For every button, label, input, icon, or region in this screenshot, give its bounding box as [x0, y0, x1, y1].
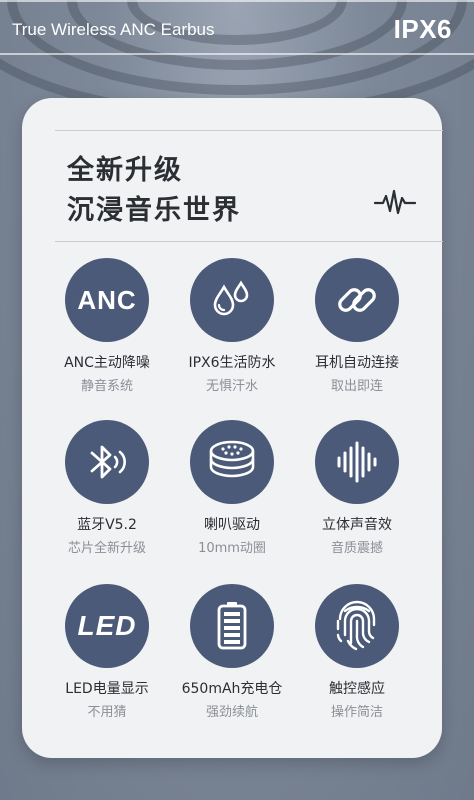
headline-line-2: 沉浸音乐世界 — [67, 195, 241, 226]
feature-subtitle: 不用猜 — [87, 705, 127, 720]
feature-title: 触控感应 — [329, 681, 385, 697]
feature-title: LED电量显示 — [65, 681, 149, 697]
top-rule — [0, 0, 474, 2]
feature-subtitle: 静音系统 — [80, 379, 133, 394]
speaker-driver-icon — [190, 420, 274, 504]
anc-icon: ANC — [65, 258, 149, 342]
header-rule — [0, 53, 474, 55]
feature-title: 蓝牙V5.2 — [77, 517, 137, 533]
feature-led: LED LED电量显示 不用猜 — [37, 584, 177, 720]
feature-bluetooth: 蓝牙V5.2 芯片全新升级 — [37, 420, 177, 556]
feature-waterproof: IPX6生活防水 无惧汗水 — [162, 258, 302, 394]
feature-subtitle: 10mm动圈 — [198, 541, 266, 556]
water-drops-icon — [190, 258, 274, 342]
soundwave-icon — [315, 420, 399, 504]
feature-subtitle: 操作简洁 — [330, 705, 383, 720]
feature-subtitle: 强劲续航 — [205, 705, 258, 720]
feature-driver: 喇叭驱动 10mm动圈 — [162, 420, 302, 556]
feature-title: 650mAh充电仓 — [181, 681, 283, 697]
feature-title: 喇叭驱动 — [204, 517, 260, 533]
feature-title: IPX6生活防水 — [188, 355, 276, 371]
feature-card: 全新升级 沉浸音乐世界 ANC ANC主动降噪 静音系统 IPX6生活防水 无惧… — [22, 98, 443, 758]
feature-title: ANC主动降噪 — [64, 355, 150, 371]
brand-title: True Wireless ANC Earbus — [12, 20, 215, 39]
card-divider-top — [55, 130, 443, 131]
fingerprint-icon — [315, 584, 399, 668]
feature-title: 耳机自动连接 — [315, 355, 399, 371]
heartbeat-wave-icon — [374, 189, 416, 215]
led-icon: LED — [65, 584, 149, 668]
link-icon — [315, 258, 399, 342]
card-divider-bottom — [55, 241, 443, 242]
feature-subtitle: 芯片全新升级 — [67, 541, 146, 556]
ipx-rating: IPX6 — [393, 14, 452, 44]
feature-anc: ANC ANC主动降噪 静音系统 — [37, 258, 177, 394]
feature-subtitle: 音质震撼 — [330, 541, 383, 556]
headline-line-1: 全新升级 — [67, 155, 183, 186]
feature-subtitle: 无惧汗水 — [205, 379, 258, 394]
feature-subtitle: 取出即连 — [330, 379, 383, 394]
feature-touch: 触控感应 操作简洁 — [287, 584, 427, 720]
feature-title: 立体声音效 — [322, 517, 392, 533]
battery-icon — [190, 584, 274, 668]
feature-battery: 650mAh充电仓 强劲续航 — [162, 584, 302, 720]
feature-stereo: 立体声音效 音质震撼 — [287, 420, 427, 556]
top-bar: True Wireless ANC Earbus IPX6 — [0, 0, 474, 60]
feature-autoconnect: 耳机自动连接 取出即连 — [287, 258, 427, 394]
bluetooth-icon — [65, 420, 149, 504]
